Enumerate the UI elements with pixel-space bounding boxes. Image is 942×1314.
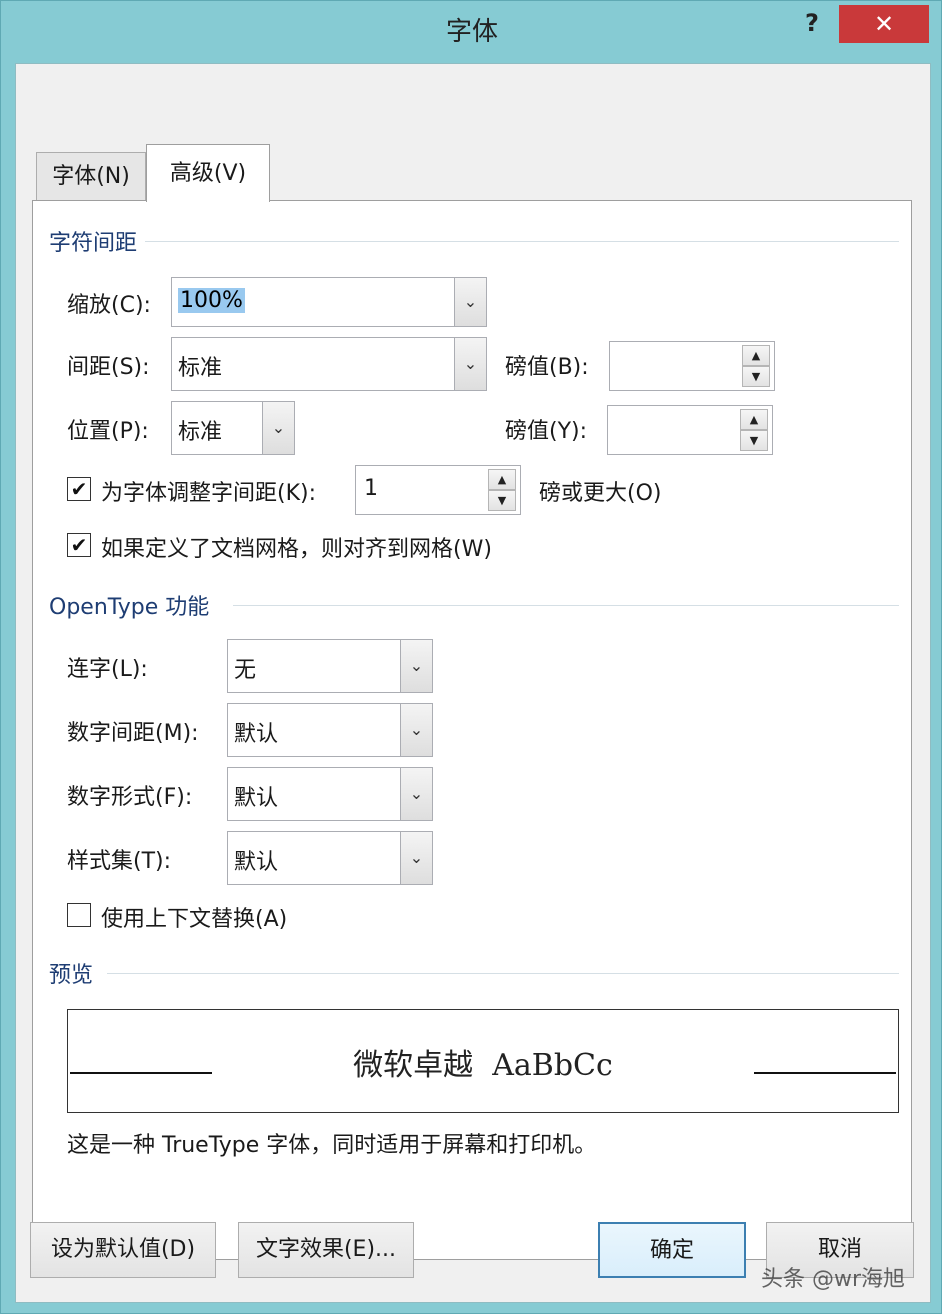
ligatures-value: 无: [234, 658, 257, 683]
snap-grid-label[interactable]: 如果定义了文档网格，则对齐到网格(W): [101, 531, 492, 563]
group-divider: [107, 973, 899, 974]
position-pounds-label: 磅值(Y):: [505, 419, 588, 444]
font-dialog: 字体 ? ✕ 字体(N) 高级(V) 字符间距 缩放(C): 100% ⌄ 间距…: [0, 0, 942, 1314]
arrow-down-icon[interactable]: ▼: [742, 366, 770, 387]
spacing-pounds-label: 磅值(B):: [505, 355, 589, 380]
opentype-group-label: OpenType 功能: [49, 589, 218, 621]
chevron-down-icon[interactable]: ⌄: [400, 832, 432, 884]
spacing-select[interactable]: 标准 ⌄: [171, 337, 487, 391]
contextual-alternates-label[interactable]: 使用上下文替换(A): [101, 901, 287, 933]
tab-advanced[interactable]: 高级(V): [146, 144, 270, 202]
tab-font[interactable]: 字体(N): [36, 152, 146, 200]
preview-group-label: 预览: [49, 957, 102, 989]
stylistic-sets-label: 样式集(T):: [67, 849, 172, 874]
number-spacing-select[interactable]: 默认 ⌄: [227, 703, 433, 757]
ok-button[interactable]: 确定: [598, 1222, 746, 1278]
ligatures-select[interactable]: 无 ⌄: [227, 639, 433, 693]
help-button[interactable]: ?: [797, 7, 827, 39]
stylistic-sets-value: 默认: [234, 850, 279, 875]
text-effects-button[interactable]: 文字效果(E)...: [238, 1222, 414, 1278]
kerning-label[interactable]: 为字体调整字间距(K):: [101, 475, 316, 507]
close-button[interactable]: ✕: [839, 5, 929, 43]
scale-label: 缩放(C):: [67, 293, 151, 318]
preview-box: 微软卓越 AaBbCc: [67, 1009, 899, 1113]
checkmark-icon: ✔: [70, 533, 88, 557]
close-icon: ✕: [873, 10, 895, 38]
kerning-suffix-label: 磅或更大(O): [539, 481, 662, 506]
checkmark-icon: ✔: [70, 477, 88, 501]
chevron-down-icon[interactable]: ⌄: [262, 402, 294, 454]
spacing-pounds-spinner[interactable]: ▲ ▼: [609, 341, 775, 391]
spacing-value: 标准: [178, 356, 223, 381]
number-forms-label: 数字形式(F):: [67, 785, 193, 810]
spacing-label: 间距(S):: [67, 355, 150, 380]
number-spacing-value: 默认: [234, 722, 279, 747]
kerning-value[interactable]: 1: [364, 476, 378, 501]
position-value: 标准: [178, 420, 223, 445]
preview-sample-text: 微软卓越 AaBbCc: [353, 1048, 613, 1083]
group-divider: [233, 605, 899, 606]
contextual-alternates-checkbox[interactable]: [67, 903, 91, 927]
arrow-up-icon[interactable]: ▲: [488, 469, 516, 490]
char-spacing-group-label: 字符间距: [49, 225, 146, 257]
snap-grid-checkbox[interactable]: ✔: [67, 533, 91, 557]
font-description: 这是一种 TrueType 字体，同时适用于屏幕和打印机。: [67, 1133, 597, 1158]
group-divider: [143, 241, 899, 242]
set-default-button[interactable]: 设为默认值(D): [30, 1222, 216, 1278]
kerning-checkbox[interactable]: ✔: [67, 477, 91, 501]
chevron-down-icon[interactable]: ⌄: [400, 640, 432, 692]
arrow-down-icon[interactable]: ▼: [488, 490, 516, 511]
number-forms-select[interactable]: 默认 ⌄: [227, 767, 433, 821]
stylistic-sets-select[interactable]: 默认 ⌄: [227, 831, 433, 885]
number-forms-value: 默认: [234, 786, 279, 811]
kerning-spinner[interactable]: 1 ▲ ▼: [355, 465, 521, 515]
arrow-up-icon[interactable]: ▲: [742, 345, 770, 366]
number-spacing-label: 数字间距(M):: [67, 721, 199, 746]
arrow-down-icon[interactable]: ▼: [740, 430, 768, 451]
dialog-client: 字体(N) 高级(V) 字符间距 缩放(C): 100% ⌄ 间距(S): 标准…: [15, 63, 931, 1303]
chevron-down-icon[interactable]: ⌄: [400, 704, 432, 756]
chevron-down-icon[interactable]: ⌄: [400, 768, 432, 820]
watermark-text: 头条 @wr海旭: [761, 1267, 906, 1292]
scale-combo[interactable]: 100% ⌄: [171, 277, 487, 327]
advanced-panel: 字符间距 缩放(C): 100% ⌄ 间距(S): 标准 ⌄ 磅值(B): ▲ …: [32, 200, 912, 1260]
position-label: 位置(P):: [67, 419, 149, 444]
scale-value: 100%: [178, 288, 245, 313]
chevron-down-icon[interactable]: ⌄: [454, 278, 486, 326]
position-pounds-spinner[interactable]: ▲ ▼: [607, 405, 773, 455]
chevron-down-icon[interactable]: ⌄: [454, 338, 486, 390]
ligatures-label: 连字(L):: [67, 657, 148, 682]
position-select[interactable]: 标准 ⌄: [171, 401, 295, 455]
arrow-up-icon[interactable]: ▲: [740, 409, 768, 430]
